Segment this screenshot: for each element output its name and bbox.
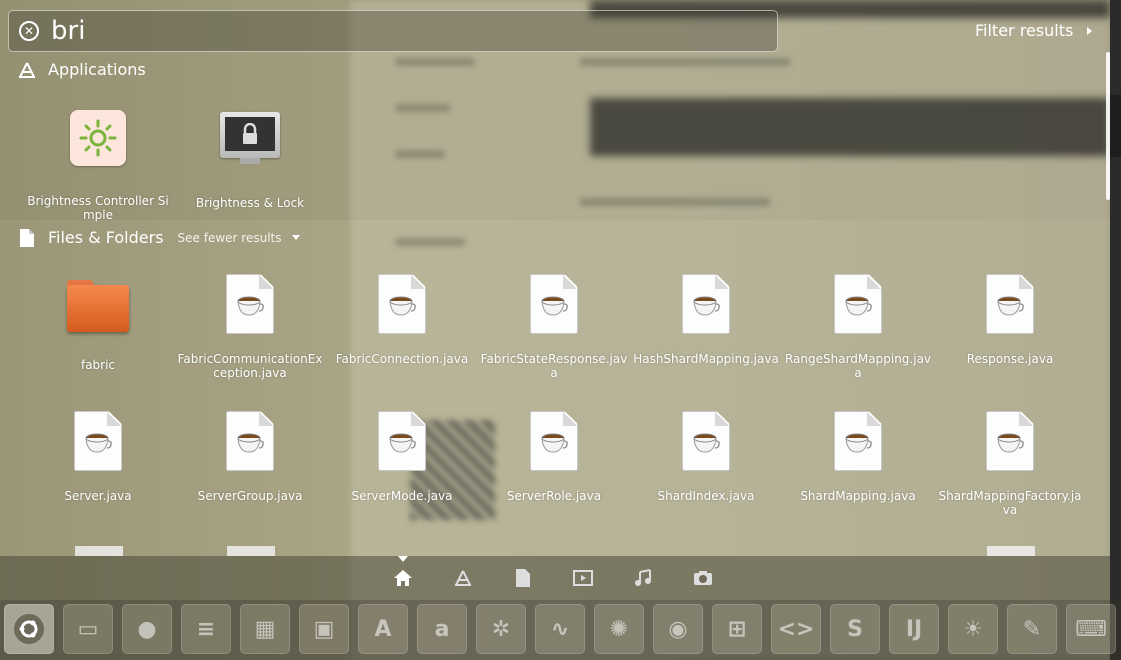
java-file-icon — [218, 274, 282, 338]
app-label: Brightness Controller Simple — [27, 194, 169, 222]
filter-results-label: Filter results — [975, 21, 1074, 40]
java-file-icon — [978, 274, 1042, 338]
file-item[interactable]: HashShardMapping.java — [631, 272, 781, 366]
impress-icon[interactable]: ▣ — [299, 604, 349, 654]
code-editor-icon[interactable]: <> — [771, 604, 821, 654]
file-item[interactable]: Response.java — [935, 272, 1085, 366]
clear-search-icon[interactable]: ✕ — [19, 21, 39, 41]
file-item[interactable]: ShardMappingFactory.java — [935, 409, 1085, 517]
search-bar: ✕ — [8, 10, 778, 52]
files-folders-heading: Files & Folders See fewer results — [18, 228, 300, 247]
file-label: FabricStateResponse.java — [480, 352, 628, 380]
chromium-icon[interactable]: ◉ — [653, 604, 703, 654]
file-item[interactable]: ShardMapping.java — [783, 409, 933, 503]
applications-heading: Applications — [18, 60, 146, 79]
firefox-icon[interactable]: ● — [122, 604, 172, 654]
applications-icon[interactable] — [453, 568, 473, 588]
search-input[interactable] — [51, 16, 651, 46]
files-folders-title: Files & Folders — [48, 228, 164, 247]
see-fewer-label: See fewer results — [177, 230, 282, 245]
monitor-lock-icon — [218, 112, 282, 176]
writer-icon[interactable]: ≡ — [181, 604, 231, 654]
applications-title: Applications — [48, 60, 146, 79]
java-file-icon — [218, 411, 282, 475]
keyboard-icon[interactable]: ⌨ — [1066, 604, 1116, 654]
file-item[interactable]: FabricConnection.java — [327, 272, 477, 366]
launcher-dock: ▭ ● ≡ ▦ ▣ A a ✲ ∿ ✺ ◉ ⊞ <> S IJ ☀ ✎ ⌨ — [0, 600, 1121, 660]
ubuntu-logo-icon[interactable] — [4, 604, 54, 654]
java-file-icon — [522, 411, 586, 475]
java-file-icon — [66, 411, 130, 475]
file-item[interactable]: RangeShardMapping.java — [783, 272, 933, 380]
file-label: Server.java — [64, 489, 132, 503]
file-label: Response.java — [966, 352, 1054, 366]
files-manager-icon[interactable]: ▭ — [63, 604, 113, 654]
file-label: ServerGroup.java — [197, 489, 303, 503]
lens-bar — [0, 556, 1110, 600]
brightness-icon[interactable]: ☀ — [948, 604, 998, 654]
java-file-icon — [826, 274, 890, 338]
partial-file-icon — [987, 546, 1035, 556]
file-label: HashShardMapping.java — [633, 352, 779, 366]
filter-results-button[interactable]: Filter results — [975, 21, 1093, 40]
app-brightness-and-lock[interactable]: Brightness & Lock — [175, 106, 325, 210]
file-label: RangeShardMapping.java — [784, 352, 932, 380]
system-settings-icon[interactable]: ✲ — [476, 604, 526, 654]
file-item[interactable]: FabricCommunicationException.java — [175, 272, 325, 380]
java-file-icon — [370, 411, 434, 475]
intellij-icon[interactable]: IJ — [889, 604, 939, 654]
partial-file-icon — [227, 546, 275, 556]
file-label: ShardMapping.java — [800, 489, 916, 503]
file-item[interactable]: ShardIndex.java — [631, 409, 781, 503]
home-icon[interactable] — [393, 568, 413, 588]
file-label: FabricConnection.java — [335, 352, 469, 366]
file-label: ServerRole.java — [506, 489, 602, 503]
window-scrollbar[interactable] — [1110, 0, 1121, 660]
file-item-fabric[interactable]: fabric — [23, 272, 173, 372]
video-icon[interactable] — [573, 568, 593, 588]
file-label: fabric — [80, 358, 116, 372]
file-label: FabricCommunicationException.java — [177, 352, 323, 380]
calc-icon[interactable]: ▦ — [240, 604, 290, 654]
workspace-switcher-icon[interactable]: ⊞ — [712, 604, 762, 654]
java-file-icon — [826, 411, 890, 475]
sublime-icon[interactable]: S — [830, 604, 880, 654]
file-item[interactable]: ServerMode.java — [327, 409, 477, 503]
amazon-icon[interactable]: a — [417, 604, 467, 654]
file-label: ServerMode.java — [351, 489, 453, 503]
file-category-icon — [18, 228, 36, 247]
app-label: Brightness & Lock — [195, 196, 305, 210]
brightness-sun-icon — [66, 110, 130, 174]
java-file-icon — [674, 411, 738, 475]
java-file-icon — [370, 274, 434, 338]
java-file-icon — [978, 411, 1042, 475]
file-label: ShardMappingFactory.java — [938, 489, 1082, 517]
text-editor-icon[interactable]: ✎ — [1007, 604, 1057, 654]
file-item[interactable]: ServerGroup.java — [175, 409, 325, 503]
software-center-icon[interactable]: A — [358, 604, 408, 654]
file-item[interactable]: Server.java — [23, 409, 173, 503]
active-lens-pointer — [398, 556, 408, 562]
files-icon[interactable] — [513, 568, 533, 588]
dash-scrollbar[interactable] — [1106, 52, 1110, 200]
triangle-right-icon — [1087, 26, 1093, 35]
java-file-icon — [674, 274, 738, 338]
file-item[interactable]: ServerRole.java — [479, 409, 629, 503]
see-fewer-results-button[interactable]: See fewer results — [178, 231, 300, 245]
file-label: ShardIndex.java — [657, 489, 755, 503]
java-file-icon — [522, 274, 586, 338]
applications-category-icon — [18, 61, 36, 79]
partial-file-icon — [75, 546, 123, 556]
file-item[interactable]: FabricStateResponse.java — [479, 272, 629, 380]
app-brightness-controller-simple[interactable]: Brightness Controller Simple — [23, 106, 173, 222]
music-icon[interactable] — [633, 568, 653, 588]
aperture-icon[interactable]: ✺ — [594, 604, 644, 654]
photos-icon[interactable] — [693, 568, 713, 588]
triangle-down-icon — [291, 235, 300, 240]
folder-icon — [66, 280, 130, 344]
system-monitor-icon[interactable]: ∿ — [535, 604, 585, 654]
